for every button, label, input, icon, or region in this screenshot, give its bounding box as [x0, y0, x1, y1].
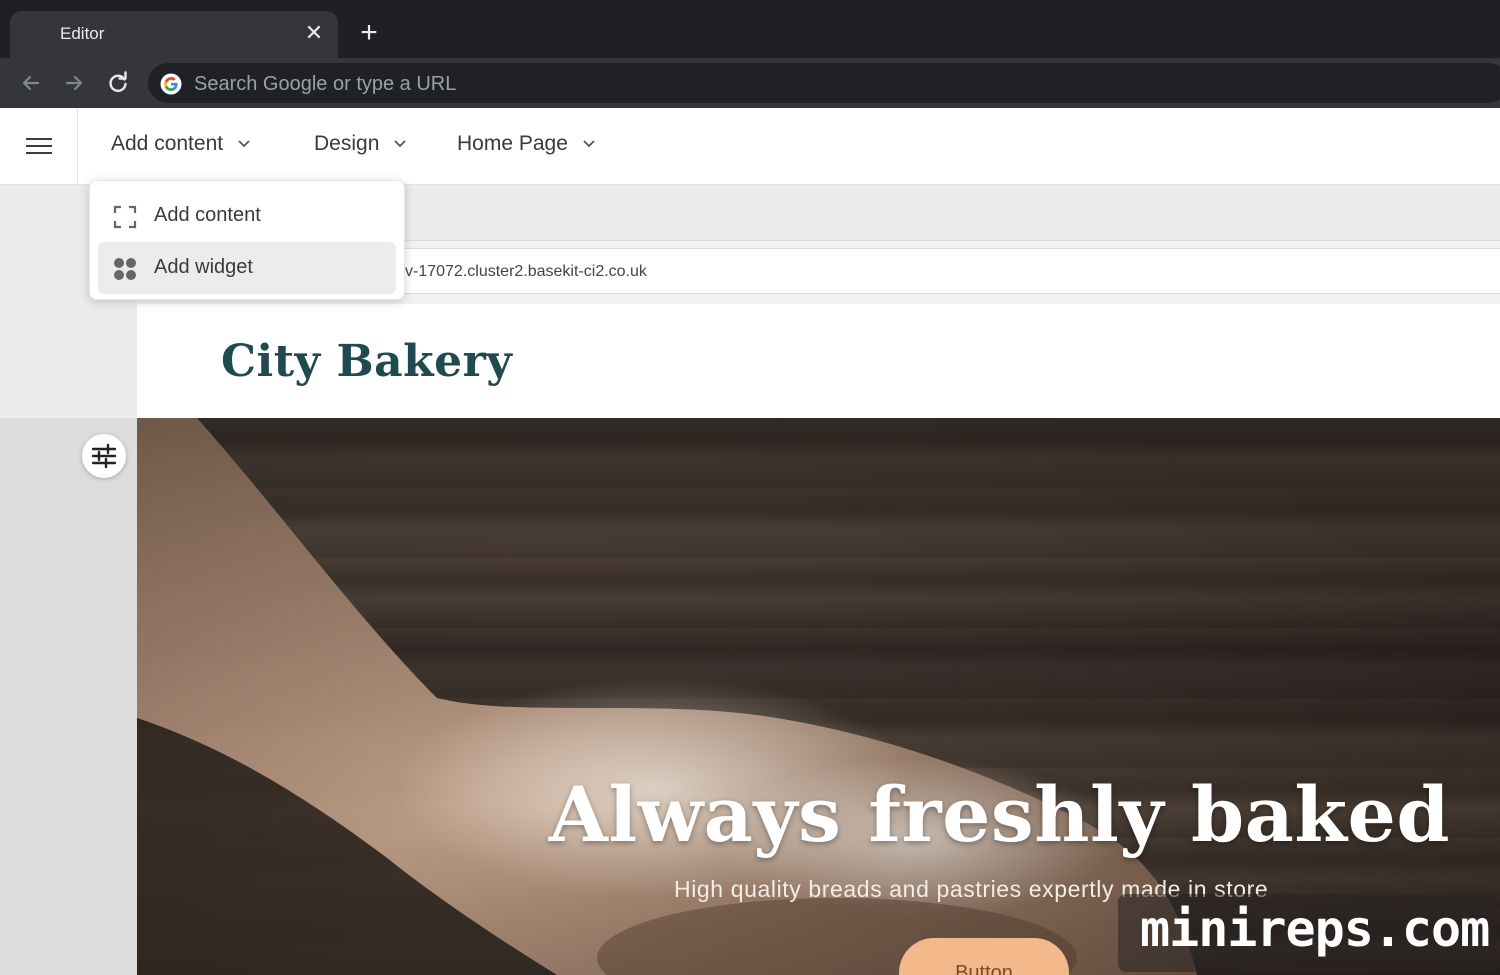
site-header[interactable]: City Bakery [137, 304, 1500, 418]
dropdown-item-label: Add widget [154, 256, 253, 278]
reload-icon[interactable] [103, 68, 133, 98]
chevron-down-icon [583, 140, 595, 148]
preview-url: v-17072.cluster2.basekit-ci2.co.uk [405, 263, 647, 280]
dropdown-item-label: Add content [154, 204, 261, 226]
close-tab-icon[interactable]: ✕ [302, 21, 326, 45]
design-menu-label: Design [314, 132, 380, 155]
widget-dots-icon [114, 258, 136, 280]
address-bar[interactable] [148, 63, 1500, 103]
home-page-menu[interactable]: Home Page [457, 132, 596, 162]
dropdown-item-add-content[interactable]: Add content [98, 190, 396, 242]
hero-cta-button[interactable]: Button [899, 938, 1069, 975]
hero-section[interactable]: Always freshly baked High quality breads… [137, 418, 1500, 975]
back-arrow-icon[interactable] [16, 68, 46, 98]
add-content-menu[interactable]: Add content [111, 132, 251, 162]
design-menu[interactable]: Design [314, 132, 407, 162]
new-tab-icon[interactable]: + [355, 18, 383, 48]
sliders-icon [91, 443, 117, 469]
browser-tab-editor[interactable]: Editor ✕ [10, 11, 338, 58]
browser-toolbar [0, 58, 1500, 108]
section-settings-button[interactable] [82, 434, 126, 478]
frame-corners-icon [113, 205, 137, 229]
browser-tab-strip: Editor ✕ + [0, 0, 1500, 58]
forward-arrow-icon[interactable] [59, 68, 89, 98]
add-content-dropdown: Add content Add widget [89, 180, 405, 300]
omnibox-input[interactable] [194, 72, 994, 96]
hamburger-menu-icon[interactable] [0, 108, 78, 185]
site-title[interactable]: City Bakery [221, 336, 512, 387]
google-g-icon [160, 73, 182, 95]
hero-title[interactable]: Always freshly baked [549, 770, 1450, 859]
chevron-down-icon [394, 140, 406, 148]
add-content-menu-label: Add content [111, 132, 224, 155]
watermark: minireps.com [1118, 894, 1498, 972]
watermark-text: minireps.com [1140, 900, 1490, 958]
chevron-down-icon [238, 140, 250, 148]
left-rail [0, 418, 137, 975]
home-page-menu-label: Home Page [457, 132, 568, 155]
tab-title: Editor [60, 24, 105, 43]
dropdown-item-add-widget[interactable]: Add widget [98, 242, 396, 294]
editor-toolbar: Add content Design Home Page [0, 108, 1500, 185]
